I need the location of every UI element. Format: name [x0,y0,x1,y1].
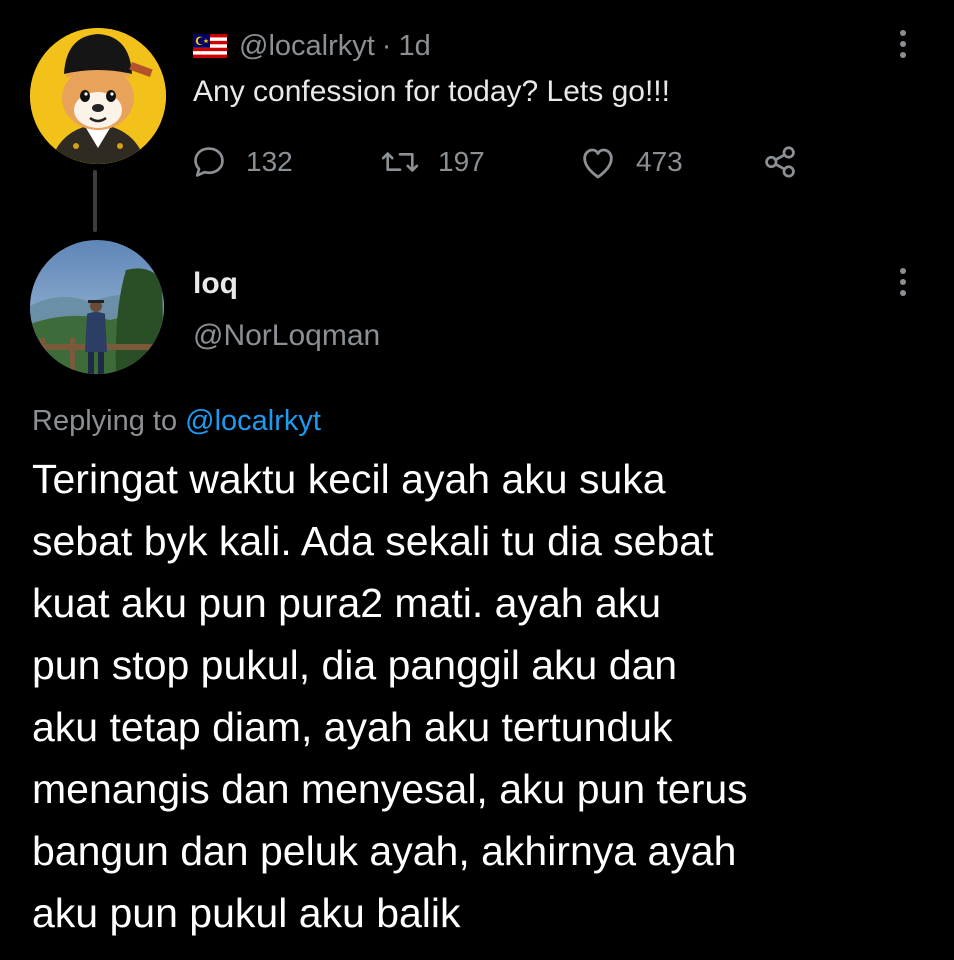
parent-more-vertical-icon[interactable] [900,30,908,58]
parent-tweet-header: @localrkyt · 1d [193,26,431,66]
parent-avatar[interactable] [30,28,166,164]
reply-text-line: menangis dan menyesal, aku pun terus [32,766,748,812]
retweet-count: 197 [438,146,485,177]
parent-timestamp[interactable]: 1d [398,30,430,63]
thread-connector-line [93,170,97,232]
reply-avatar[interactable] [30,240,164,374]
retweet-icon [381,152,419,172]
reply-tweet-text: Teringat waktu kecil ayah aku suka sebat… [32,448,932,944]
reply-text-line: sebat byk kali. Ada sekali tu dia sebat [32,518,714,564]
malaysia-flag-icon [193,34,227,58]
reply-author-name[interactable]: loq [193,264,238,304]
replying-to-mention[interactable]: @localrkyt [185,405,321,437]
shiba-dog-avatar-icon [30,28,166,164]
reply-text-line: kuat aku pun pura2 mati. ayah aku [32,580,662,626]
reply-author-handle[interactable]: @NorLoqman [193,316,380,356]
share-icon [765,146,795,178]
reply-bubble-icon [194,147,224,177]
share-button[interactable] [760,140,818,184]
reply-text-line: aku tetap diam, ayah aku tertunduk [32,704,673,750]
parent-tweet-text: Any confession for today? Lets go!!! [193,75,670,108]
handle-time-separator: · [381,29,392,62]
replying-to-line: Replying to @localrkyt [32,401,321,441]
replying-to-label: Replying to [32,405,178,437]
reply-text-line: pun stop pukul, dia panggil aku dan [32,642,678,688]
retweet-button[interactable]: 197 [380,140,485,184]
reply-text-line: bangun dan peluk ayah, akhirnya ayah [32,828,737,874]
reply-count: 132 [246,146,293,177]
heart-icon [583,148,613,179]
reply-text-line: Teringat waktu kecil ayah aku suka [32,456,666,502]
reply-button[interactable]: 132 [190,140,293,184]
landscape-profile-photo-icon [30,240,164,374]
parent-handle[interactable]: @localrkyt [239,30,375,63]
like-button[interactable]: 473 [578,140,683,184]
parent-action-bar: 132 197 473 [190,140,830,184]
like-count: 473 [636,146,683,177]
reply-more-vertical-icon[interactable] [900,268,908,296]
reply-text-line: aku pun pukul aku balik [32,890,461,936]
